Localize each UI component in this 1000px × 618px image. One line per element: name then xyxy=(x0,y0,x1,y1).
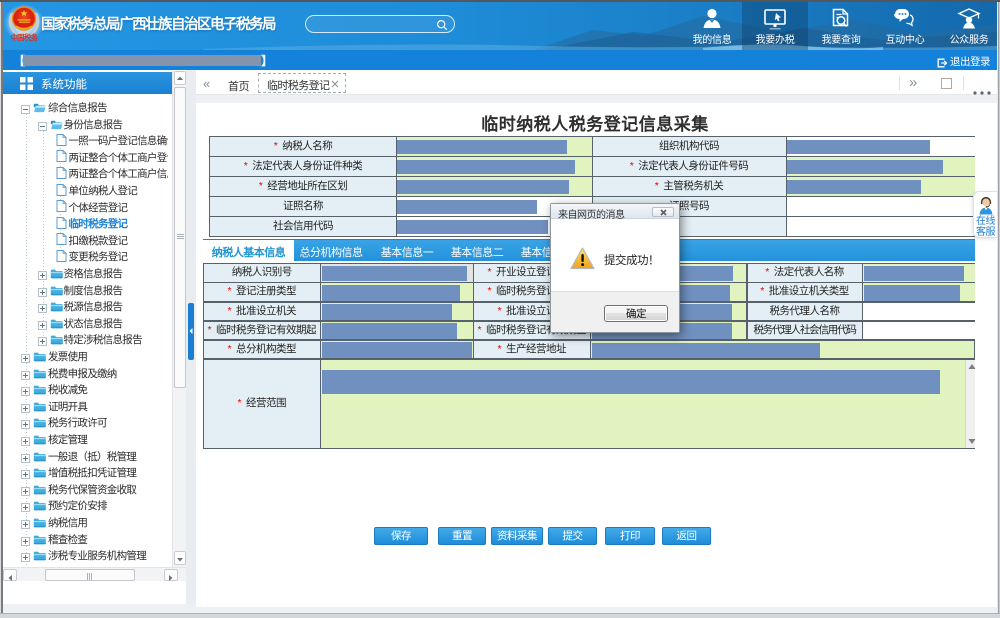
svg-text:中国税务: 中国税务 xyxy=(11,33,39,42)
